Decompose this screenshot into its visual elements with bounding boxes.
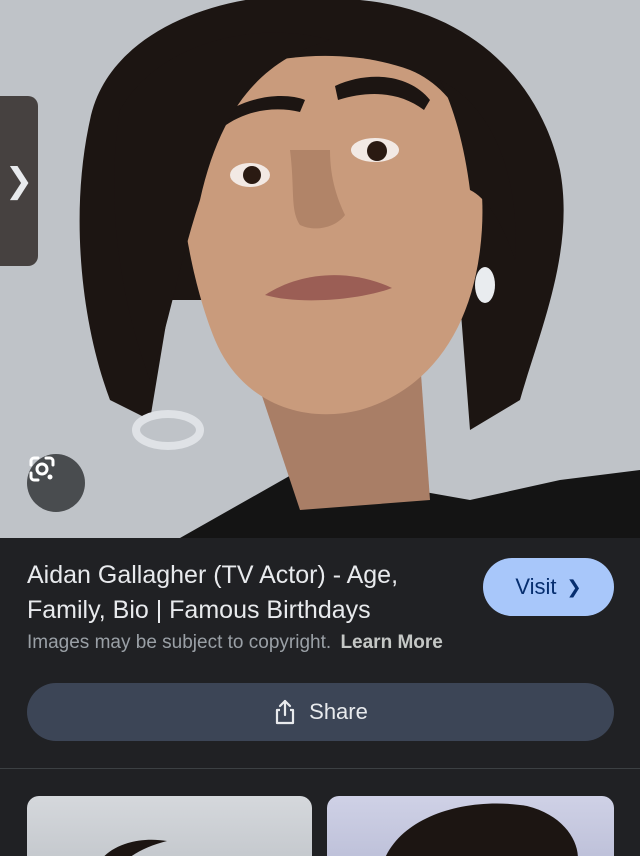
result-title[interactable]: Aidan Gallagher (TV Actor) - Age, Family… — [27, 558, 467, 628]
related-image-thumbnail[interactable] — [327, 796, 614, 856]
share-button[interactable]: Share — [27, 683, 614, 741]
chevron-right-icon: ❯ — [566, 576, 582, 597]
result-info-panel: Aidan Gallagher (TV Actor) - Age, Family… — [0, 538, 640, 768]
visit-button[interactable]: Visit ❯ — [483, 558, 614, 616]
copyright-text: Images may be subject to copyright. — [27, 632, 332, 653]
share-icon — [276, 699, 295, 725]
side-panel-tab[interactable]: ❯ — [0, 96, 38, 266]
lens-button[interactable] — [27, 454, 85, 512]
portrait-illustration — [0, 0, 640, 538]
visit-label: Visit — [515, 574, 557, 599]
google-lens-icon — [29, 456, 55, 482]
share-label: Share — [309, 699, 368, 724]
chevron-right-icon: ❯ — [4, 161, 34, 201]
main-image[interactable]: ❯ — [0, 0, 640, 538]
related-image-thumbnail[interactable] — [27, 796, 312, 856]
copyright-notice: Images may be subject to copyright. Lear… — [27, 632, 443, 654]
section-divider — [0, 768, 640, 769]
learn-more-link[interactable]: Learn More — [340, 632, 442, 653]
thumbnail-picture — [385, 803, 578, 856]
image-viewer: ❯ Aidan Gallagher (TV Actor) - Age, Fami… — [0, 0, 640, 856]
thumbnail-picture — [104, 839, 167, 856]
